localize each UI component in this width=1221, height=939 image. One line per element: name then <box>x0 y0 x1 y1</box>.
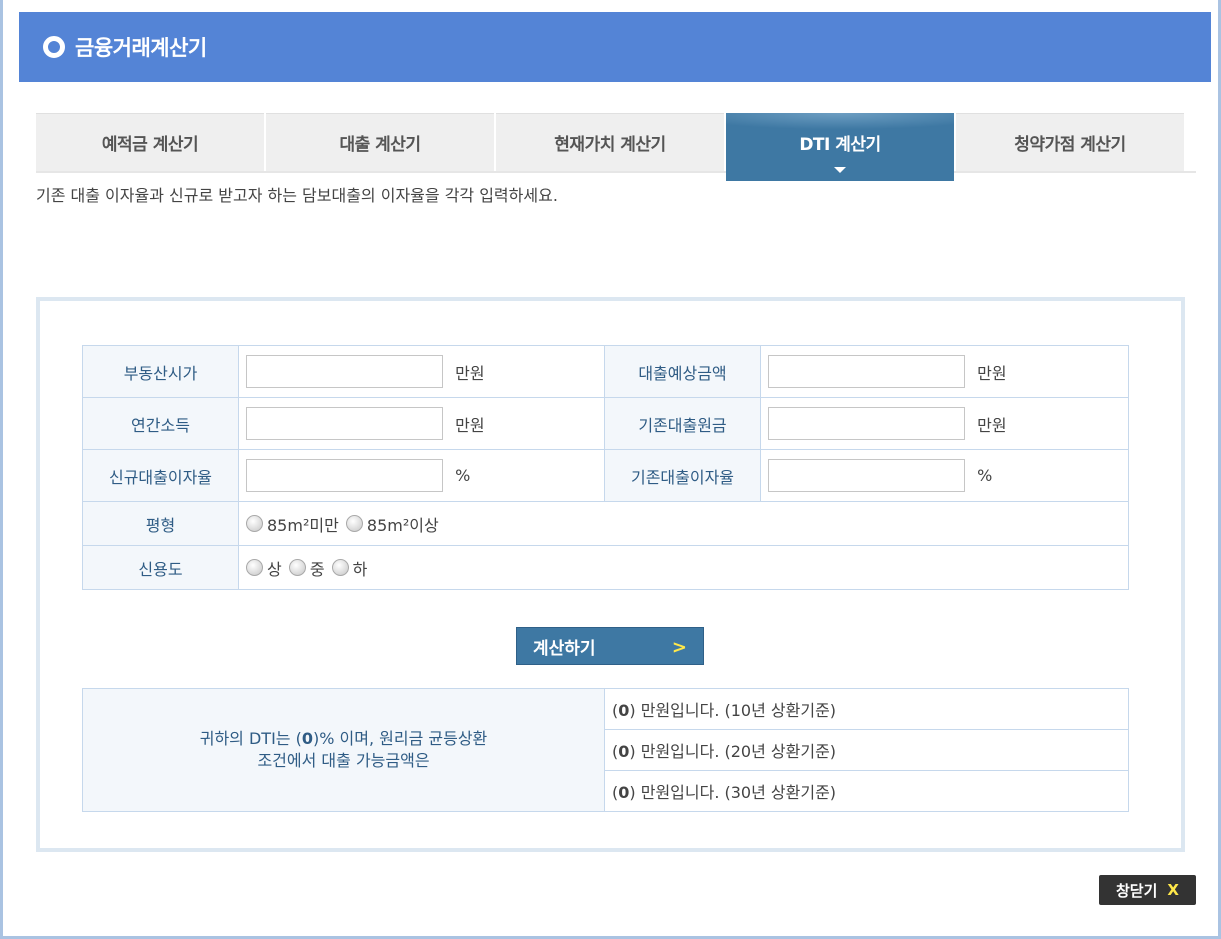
calculator-window: 금융거래계산기 예적금 계산기 대출 계산기 현재가치 계산기 DTI 계산기 … <box>0 0 1221 939</box>
unit-label: 만원 <box>455 363 485 383</box>
expected-loan-input[interactable] <box>768 355 965 388</box>
existing-rate-label: 기존대출이자율 <box>604 449 761 502</box>
close-window-button[interactable]: 창닫기 X <box>1099 875 1196 905</box>
existing-principal-input[interactable] <box>768 407 965 440</box>
result-text: 만원입니다. (20년 상환기준) <box>635 742 837 761</box>
result-table: 귀하의 DTI는 (0)% 이며, 원리금 균등상환 조건에서 대출 가능금액은… <box>82 688 1129 812</box>
close-icon: X <box>1167 881 1179 899</box>
result-row-30y: (0) 만원입니다. (30년 상환기준) <box>604 770 1129 812</box>
unit-label: % <box>455 466 471 485</box>
expected-loan-label: 대출예상금액 <box>604 345 761 398</box>
page-title: 금융거래계산기 <box>75 36 207 60</box>
unit-label: 만원 <box>977 415 1007 435</box>
dti-value: 0 <box>301 729 313 748</box>
new-rate-label: 신규대출이자율 <box>82 449 239 502</box>
size-under-85-radio[interactable] <box>246 515 263 532</box>
credit-medium-radio[interactable] <box>288 559 306 576</box>
annual-income-label: 연간소득 <box>82 397 239 450</box>
result-value: 0 <box>618 701 630 720</box>
result-text: 만원입니다. (30년 상환기준) <box>635 783 837 802</box>
tab-present-value-calculator[interactable]: 현재가치 계산기 <box>496 113 724 171</box>
summary-text: 조건에서 대출 가능금액은 <box>257 751 430 770</box>
unit-label: % <box>977 466 993 485</box>
credit-label: 신용도 <box>82 545 239 590</box>
instruction-text: 기존 대출 이자율과 신규로 받고자 하는 담보대출의 이자율을 각각 입력하세… <box>36 186 558 205</box>
existing-rate-input[interactable] <box>768 459 965 492</box>
result-value: 0 <box>618 742 630 761</box>
tab-label: DTI 계산기 <box>799 134 881 155</box>
property-price-input[interactable] <box>246 355 443 388</box>
result-summary: 귀하의 DTI는 (0)% 이며, 원리금 균등상환 조건에서 대출 가능금액은 <box>82 688 605 812</box>
radio-label: 85m²미만 <box>267 515 339 535</box>
input-form-table: 부동산시가 만원 대출예상금액 만원 연간소득 만원 기존대출원금 만원 신규대… <box>82 345 1129 590</box>
radio-label: 중 <box>309 559 325 579</box>
unit-label: 만원 <box>977 363 1007 383</box>
result-row-20y: (0) 만원입니다. (20년 상환기준) <box>604 729 1129 771</box>
circle-icon <box>43 36 65 58</box>
tab-dti-calculator[interactable]: DTI 계산기 <box>726 113 954 181</box>
existing-principal-label: 기존대출원금 <box>604 397 761 450</box>
credit-high-radio[interactable] <box>246 559 263 576</box>
tab-label: 예적금 계산기 <box>101 135 199 155</box>
chevron-right-icon: > <box>671 637 687 658</box>
calculate-button-label: 계산하기 <box>533 638 596 659</box>
tab-deposit-calculator[interactable]: 예적금 계산기 <box>36 113 264 171</box>
tab-subscription-score-calculator[interactable]: 청약가점 계산기 <box>956 113 1184 171</box>
new-rate-input[interactable] <box>246 459 443 492</box>
radio-label: 상 <box>267 559 282 579</box>
tab-label: 대출 계산기 <box>339 135 421 155</box>
tab-bar: 예적금 계산기 대출 계산기 현재가치 계산기 DTI 계산기 청약가점 계산기 <box>36 113 1196 183</box>
calculate-button[interactable]: 계산하기 > <box>516 627 704 665</box>
header-bar: 금융거래계산기 <box>19 12 1211 82</box>
property-price-label: 부동산시가 <box>82 345 239 398</box>
caret-down-icon <box>834 167 846 173</box>
size-label: 평형 <box>82 501 239 546</box>
annual-income-input[interactable] <box>246 407 443 440</box>
radio-label: 하 <box>352 559 368 579</box>
result-text: 만원입니다. (10년 상환기준) <box>635 701 837 720</box>
size-over-85-radio[interactable] <box>345 515 363 532</box>
credit-low-radio[interactable] <box>331 559 349 576</box>
radio-label: 85m²이상 <box>366 515 439 535</box>
tab-loan-calculator[interactable]: 대출 계산기 <box>266 113 494 171</box>
tab-label: 청약가점 계산기 <box>1014 135 1126 155</box>
result-value: 0 <box>618 783 630 802</box>
unit-label: 만원 <box>455 415 485 435</box>
tab-label: 현재가치 계산기 <box>554 135 666 155</box>
summary-text: 귀하의 DTI는 ( <box>199 729 302 748</box>
close-button-label: 창닫기 <box>1116 881 1158 900</box>
summary-text: )% 이며, 원리금 균등상환 <box>312 729 488 748</box>
result-row-10y: (0) 만원입니다. (10년 상환기준) <box>604 688 1129 730</box>
